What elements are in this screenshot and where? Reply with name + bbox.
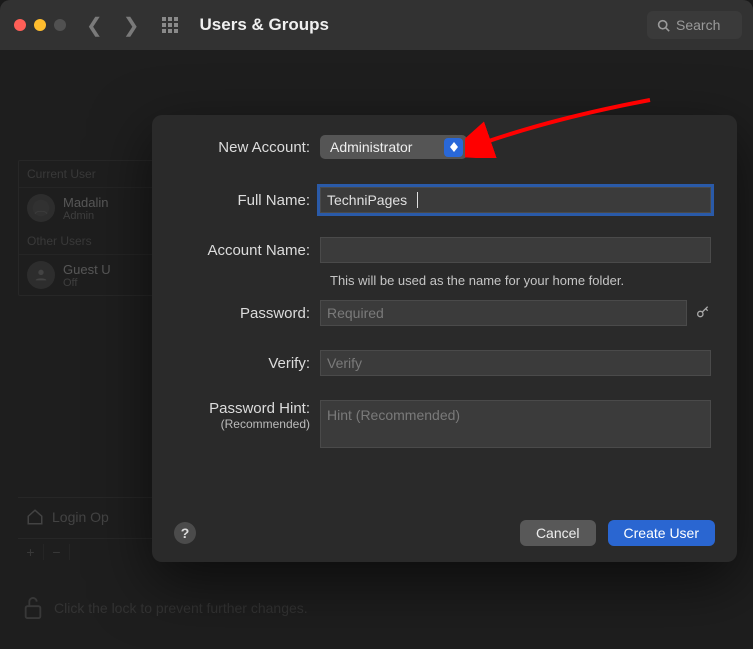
cancel-button[interactable]: Cancel (520, 520, 596, 546)
current-user-row: Madalin Admin (19, 188, 167, 228)
create-user-button[interactable]: Create User (608, 520, 715, 546)
zoom-window-button[interactable] (54, 19, 66, 31)
hint-label: Password Hint: (Recommended) (178, 400, 320, 431)
other-users-label: Other Users (19, 228, 167, 255)
unlock-icon (22, 595, 44, 621)
current-user-label: Current User (19, 161, 167, 188)
home-icon (26, 508, 44, 526)
search-icon (657, 19, 670, 32)
window-title: Users & Groups (200, 15, 647, 35)
search-placeholder: Search (676, 17, 720, 33)
user-name: Guest U (63, 262, 111, 277)
lock-row: Click the lock to prevent further change… (22, 595, 308, 621)
user-name: Madalin (63, 195, 109, 210)
users-sidebar: Current User Madalin Admin Other Users G… (18, 160, 168, 296)
hint-input[interactable] (320, 400, 711, 448)
minimize-window-button[interactable] (34, 19, 46, 31)
add-user-button: + (18, 544, 44, 560)
password-label: Password: (178, 305, 320, 322)
back-button[interactable]: ❮ (86, 13, 103, 38)
preferences-window: ❮ ❯ Users & Groups Search Password Login… (0, 0, 753, 649)
popup-arrows-icon (444, 138, 463, 157)
close-window-button[interactable] (14, 19, 26, 31)
titlebar: ❮ ❯ Users & Groups Search (0, 0, 753, 50)
help-button[interactable]: ? (174, 522, 196, 544)
account-name-input[interactable] (320, 237, 711, 263)
guest-avatar (27, 261, 55, 289)
user-role: Off (63, 277, 111, 289)
account-name-label: Account Name: (178, 242, 320, 259)
verify-input[interactable] (320, 350, 711, 376)
window-controls (14, 19, 66, 31)
new-account-value: Administrator (330, 139, 412, 155)
account-name-hint: This will be used as the name for your h… (330, 273, 737, 288)
add-remove-bar: + − (18, 538, 168, 564)
login-options-label: Login Op (52, 509, 109, 525)
login-options-row: Login Op (18, 497, 168, 536)
avatar (27, 194, 55, 222)
user-role: Admin (63, 210, 109, 222)
password-assistant-icon[interactable] (695, 304, 711, 323)
search-field[interactable]: Search (647, 11, 742, 39)
text-caret (417, 192, 418, 208)
full-name-input[interactable] (320, 187, 711, 213)
new-account-popup[interactable]: Administrator (320, 135, 467, 159)
remove-user-button: − (44, 544, 70, 560)
lock-text: Click the lock to prevent further change… (54, 600, 308, 616)
forward-button[interactable]: ❯ (123, 13, 140, 38)
password-input[interactable] (320, 300, 687, 326)
new-user-sheet: New Account: Administrator Full Name: (152, 115, 737, 562)
verify-label: Verify: (178, 355, 320, 372)
new-account-label: New Account: (178, 139, 320, 156)
full-name-label: Full Name: (178, 192, 320, 209)
show-all-button[interactable] (162, 17, 178, 33)
other-user-row: Guest U Off (19, 255, 167, 295)
